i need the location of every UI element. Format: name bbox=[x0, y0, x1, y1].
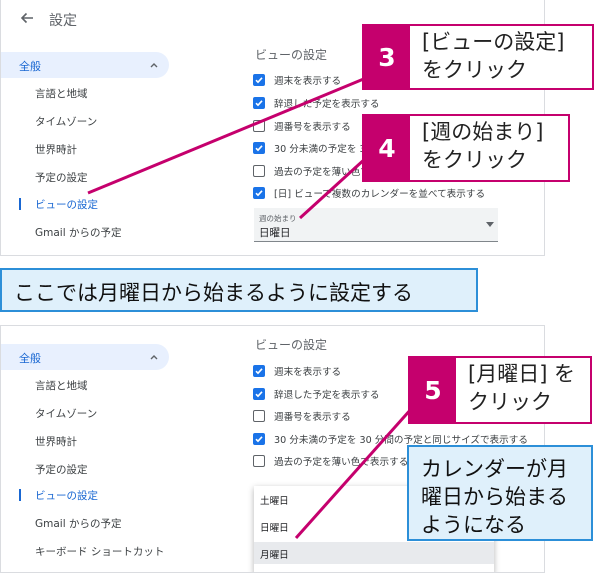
option-show-declined[interactable]: 辞退した予定を表示する bbox=[253, 96, 380, 110]
callout-step-5: 5 [月曜日] をクリック bbox=[408, 356, 592, 424]
option-label: 週末を表示する bbox=[274, 367, 342, 378]
option-label: 週末を表示する bbox=[274, 76, 342, 87]
callout-line: をクリック bbox=[422, 58, 527, 82]
option-label: 30 分未満の予定を 30 分間の予定と同じサイズで表示する bbox=[274, 435, 528, 446]
chevron-up-icon bbox=[150, 355, 158, 360]
checkbox-unchecked[interactable] bbox=[253, 410, 265, 422]
section-title: ビューの設定 bbox=[255, 338, 328, 352]
sidebar-item-view-settings[interactable]: ビューの設定 bbox=[35, 197, 98, 212]
option-show-week-numbers[interactable]: 週番号を表示する bbox=[253, 409, 351, 423]
option-show-weekends[interactable]: 週末を表示する bbox=[253, 73, 341, 87]
section-title: ビューの設定 bbox=[255, 48, 328, 62]
option-label: 辞退した予定を表示する bbox=[274, 390, 380, 401]
checkbox-checked[interactable] bbox=[253, 142, 265, 154]
instruction-banner: ここでは月曜日から始まるように設定する bbox=[0, 268, 478, 312]
option-label: 週番号を表示する bbox=[274, 412, 351, 423]
check-icon bbox=[255, 77, 263, 84]
sidebar-item-keyboard-shortcuts[interactable]: キーボード ショートカット bbox=[35, 544, 164, 559]
option-show-weekends[interactable]: 週末を表示する bbox=[253, 364, 341, 378]
arrow-left-icon[interactable] bbox=[19, 10, 35, 26]
page-title: 設定 bbox=[49, 13, 77, 29]
checkbox-unchecked[interactable] bbox=[253, 455, 265, 467]
sidebar-item-world-clock[interactable]: 世界時計 bbox=[35, 434, 77, 449]
sidebar-active-indicator bbox=[19, 489, 21, 501]
sidebar-active-indicator bbox=[19, 198, 21, 210]
check-icon bbox=[255, 436, 263, 443]
sidebar-general[interactable]: 全般 bbox=[1, 344, 169, 370]
option-text: 月曜日 bbox=[260, 550, 289, 561]
callout-line: クリック bbox=[468, 390, 552, 414]
callout-text: [月曜日] をクリック bbox=[468, 360, 575, 416]
result-note: カレンダーが月 曜日から始まる ようになる bbox=[407, 445, 593, 541]
option-text: 土曜日 bbox=[260, 496, 289, 507]
option-label: 過去の予定を薄い色で表示する bbox=[274, 457, 409, 468]
sidebar-item-gmail-events[interactable]: Gmail からの予定 bbox=[35, 516, 121, 531]
note-line: 曜日から始まる bbox=[421, 485, 568, 509]
sidebar-item-language[interactable]: 言語と地域 bbox=[35, 378, 88, 393]
option-dim-past-events[interactable]: 過去の予定を薄い色で bbox=[253, 164, 370, 178]
option-show-declined[interactable]: 辞退した予定を表示する bbox=[253, 387, 380, 401]
option-text: 日曜日 bbox=[260, 523, 289, 534]
sidebar-general[interactable]: 全般 bbox=[1, 52, 169, 78]
note-line: カレンダーが月 bbox=[421, 457, 568, 481]
checkbox-unchecked[interactable] bbox=[253, 165, 265, 177]
sidebar-item-view-settings[interactable]: ビューの設定 bbox=[35, 488, 98, 503]
check-icon bbox=[255, 368, 263, 375]
sidebar-item-timezone[interactable]: タイムゾーン bbox=[35, 114, 97, 129]
sidebar-item-event-settings[interactable]: 予定の設定 bbox=[35, 462, 88, 477]
step-number: 4 bbox=[364, 116, 410, 180]
callout-text: [ビューの設定] をクリック bbox=[422, 28, 564, 84]
banner-text: ここでは月曜日から始まるように設定する bbox=[14, 281, 413, 305]
sidebar-item-timezone[interactable]: タイムゾーン bbox=[35, 406, 97, 421]
callout-step-3: 3 [ビューの設定] をクリック bbox=[362, 24, 594, 90]
option-label: [日] ビューで複数のカレンダーを並べて表示する bbox=[274, 189, 486, 200]
sidebar-general-label: 全般 bbox=[19, 60, 41, 73]
callout-line: [週の始まり] bbox=[422, 120, 544, 144]
checkbox-checked[interactable] bbox=[253, 365, 265, 377]
option-side-by-side-calendars[interactable]: [日] ビューで複数のカレンダーを並べて表示する bbox=[253, 186, 485, 200]
sidebar-item-event-settings[interactable]: 予定の設定 bbox=[35, 170, 88, 185]
callout-line: [ビューの設定] bbox=[422, 30, 565, 54]
option-short-events[interactable]: 30 分未満の予定を 30 分間の予定と同じサイズで表示する bbox=[253, 432, 528, 446]
week-start-caption: 週の始まり bbox=[259, 214, 297, 223]
sidebar-item-language[interactable]: 言語と地域 bbox=[35, 86, 88, 101]
sidebar-general-label: 全般 bbox=[19, 352, 41, 365]
option-short-events[interactable]: 30 分未満の予定を 30 bbox=[253, 141, 372, 155]
callout-line: をクリック bbox=[422, 148, 527, 172]
option-label: 30 分未満の予定を 30 bbox=[274, 144, 372, 155]
check-icon bbox=[255, 391, 263, 398]
step-number: 5 bbox=[410, 358, 456, 422]
option-label: 週番号を表示する bbox=[274, 122, 351, 133]
option-show-week-numbers[interactable]: 週番号を表示する bbox=[253, 119, 351, 133]
checkbox-checked[interactable] bbox=[253, 97, 265, 109]
check-icon bbox=[255, 145, 263, 152]
callout-text: [週の始まり] をクリック bbox=[422, 118, 543, 174]
checkbox-checked[interactable] bbox=[253, 187, 265, 199]
check-icon bbox=[255, 100, 263, 107]
checkbox-checked[interactable] bbox=[253, 433, 265, 445]
note-line: ようになる bbox=[421, 513, 526, 537]
dropdown-arrow-icon bbox=[486, 222, 494, 227]
option-label: 辞退した予定を表示する bbox=[274, 99, 380, 110]
sidebar-item-world-clock[interactable]: 世界時計 bbox=[35, 142, 77, 157]
callout-line: [月曜日] を bbox=[468, 362, 576, 386]
option-dim-past-events[interactable]: 過去の予定を薄い色で表示する bbox=[253, 454, 408, 468]
checkbox-checked[interactable] bbox=[253, 74, 265, 86]
dropdown-option-monday[interactable]: 月曜日 bbox=[254, 542, 494, 564]
checkbox-unchecked[interactable] bbox=[253, 120, 265, 132]
week-start-value: 日曜日 bbox=[259, 227, 291, 239]
check-icon bbox=[255, 190, 263, 197]
sidebar-item-gmail-events[interactable]: Gmail からの予定 bbox=[35, 225, 121, 240]
checkbox-checked[interactable] bbox=[253, 388, 265, 400]
option-label: 過去の予定を薄い色で bbox=[274, 167, 370, 178]
week-start-select[interactable]: 週の始まり 日曜日 bbox=[254, 208, 498, 242]
chevron-up-icon bbox=[150, 63, 158, 68]
step-number: 3 bbox=[364, 26, 410, 88]
callout-step-4: 4 [週の始まり] をクリック bbox=[362, 114, 570, 182]
